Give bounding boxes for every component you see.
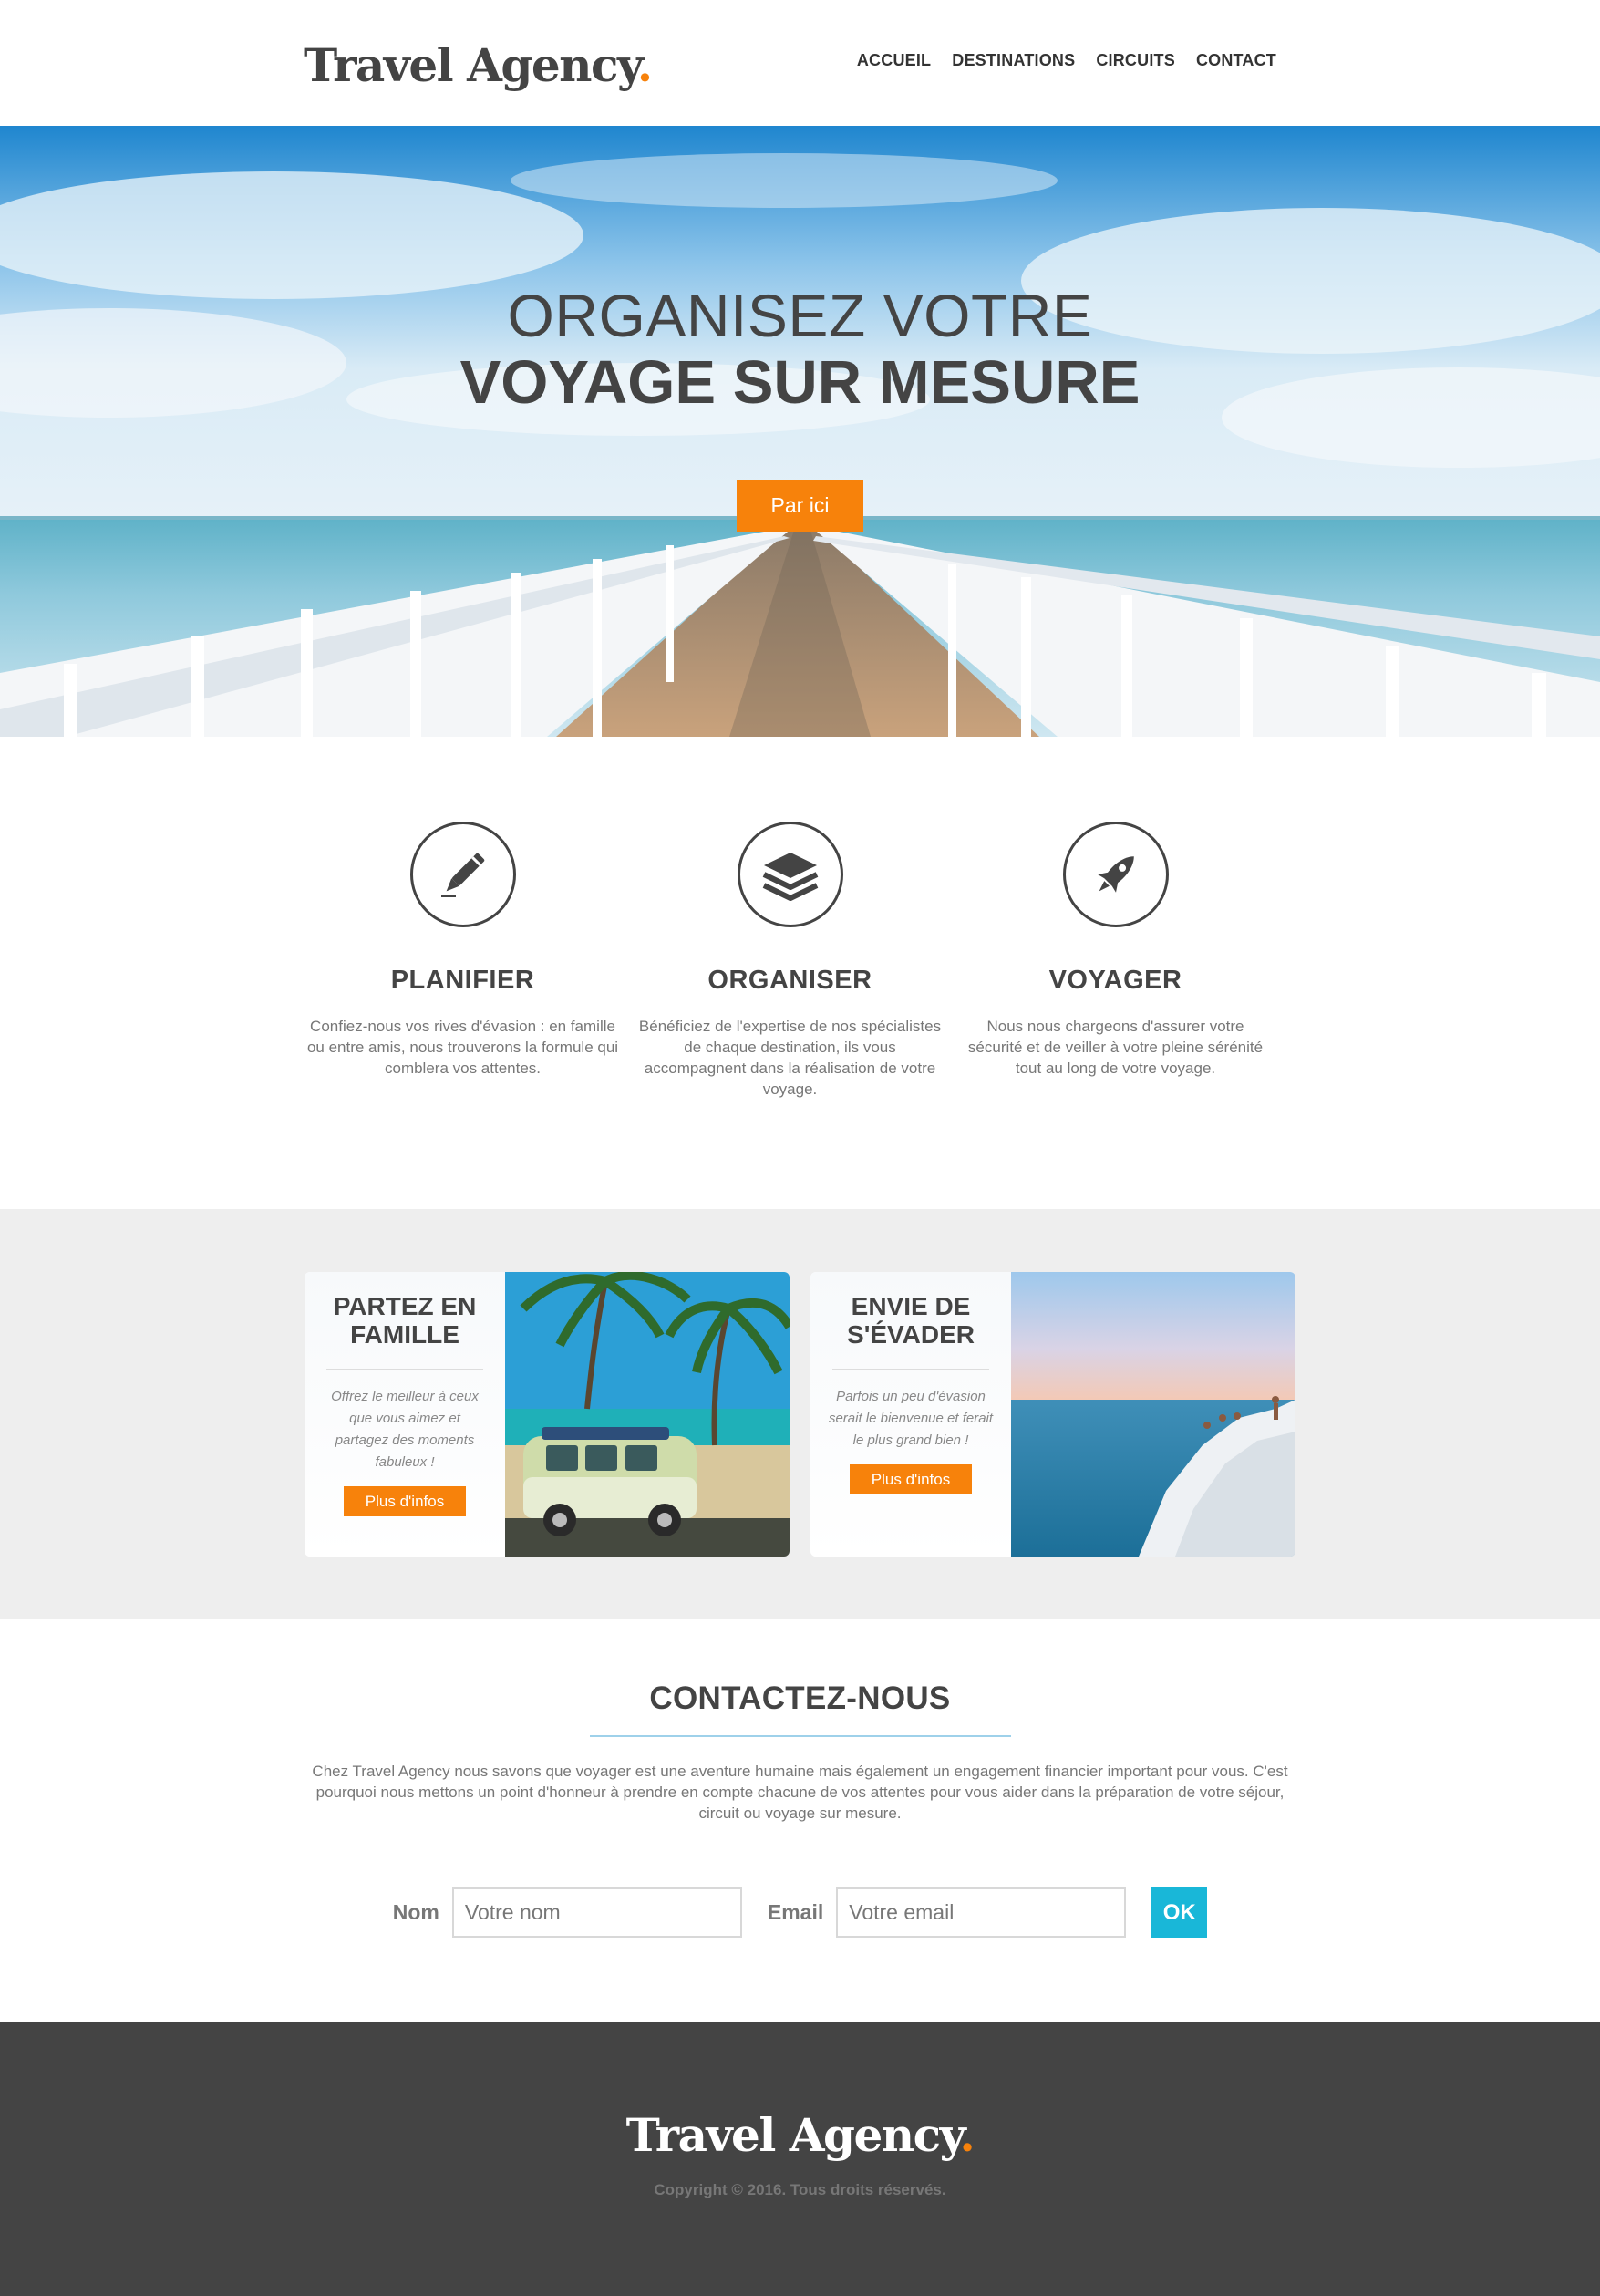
offer-more-info-button[interactable]: Plus d'infos [850,1464,972,1494]
feature-text: Nous nous chargeons d'assurer votre sécu… [967,1018,1264,1077]
email-input[interactable] [836,1887,1127,1938]
feature-text: Bénéficiez de l'expertise de nos spécial… [638,1018,942,1098]
name-input[interactable] [451,1887,742,1938]
footer-logo-text: Travel Agency [625,2108,961,2162]
copyright-text: Copyright © 2016. Tous droits réservés. [654,2181,946,2198]
feature-title: PLANIFIER [390,966,535,995]
submit-button[interactable]: OK [1151,1887,1208,1938]
offer-card-divider [832,1369,989,1370]
feature-text: Confiez-nous vos rives d'évasion : en fa… [306,1018,619,1077]
rocket-icon [1062,822,1169,927]
offer-card-description: Offrez le meilleur à ceux que vous aimez… [331,1389,479,1470]
feature-organiser: ORGANISER Bénéficiez de l'expertise de n… [633,737,947,1100]
hero-cta-button[interactable]: Par ici [737,480,863,532]
email-label: Email [767,1900,824,1924]
van-beach-photo [505,1272,790,1557]
hero-banner: ORGANISEZ VOTRE VOYAGE SUR MESURE Par ic… [0,126,1600,737]
layers-icon [737,822,843,927]
logo-text: Travel Agency [304,38,638,92]
feature-voyager: VOYAGER Nous nous chargeons d'assurer vo… [958,737,1273,1079]
offer-card-evader: ENVIE DE S'ÉVADER Parfois un peu d'évasi… [810,1272,1295,1557]
feature-title: ORGANISER [707,966,872,995]
offer-card-divider [326,1369,483,1370]
offer-card-text: ENVIE DE S'ÉVADER Parfois un peu d'évasi… [810,1272,1011,1557]
contact-section: CONTACTEZ-NOUS Chez Travel Agency nous s… [0,1619,1600,2022]
offer-more-info-button[interactable]: Plus d'infos [344,1486,466,1516]
hero-pier-photo [0,126,1600,737]
feature-planifier: PLANIFIER Confiez-nous vos rives d'évasi… [305,737,620,1079]
offer-card-text: PARTEZ EN FAMILLE Offrez le meilleur à c… [305,1272,505,1557]
contact-text: Chez Travel Agency nous savons que voyag… [312,1763,1288,1822]
contact-title-divider [589,1735,1011,1737]
footer-logo[interactable]: Travel Agency. [0,2022,1600,2163]
contact-form: Nom Email OK [0,1887,1600,1938]
nav-item-contact[interactable]: CONTACT [1196,51,1276,70]
offers-section: PARTEZ EN FAMILLE Offrez le meilleur à c… [0,1209,1600,1619]
nav-item-circuits[interactable]: CIRCUITS [1096,51,1175,70]
features-section: PLANIFIER Confiez-nous vos rives d'évasi… [0,737,1600,1209]
pencil-icon [409,822,516,927]
main-nav: ACCUEIL DESTINATIONS CIRCUITS CONTACT [857,51,1276,70]
offer-card-title: PARTEZ EN FAMILLE [333,1292,477,1349]
nav-item-accueil[interactable]: ACCUEIL [857,51,931,70]
feature-title: VOYAGER [1048,966,1182,995]
cliff-sea-photo [1011,1272,1295,1557]
hero-title: ORGANISEZ VOTRE VOYAGE SUR MESURE [0,282,1600,417]
offer-card-title: ENVIE DE S'ÉVADER [847,1292,975,1349]
site-header: Travel Agency. ACCUEIL DESTINATIONS CIRC… [0,0,1600,126]
name-label: Nom [392,1900,439,1924]
footer-logo-dot: . [959,2108,975,2162]
offer-card-famille: PARTEZ EN FAMILLE Offrez le meilleur à c… [305,1272,790,1557]
hero-title-line1: ORGANISEZ VOTRE [507,282,1093,350]
site-logo[interactable]: Travel Agency. [304,35,653,97]
offer-card-description: Parfois un peu d'évasion serait le bienv… [828,1389,994,1448]
logo-dot: . [636,38,653,92]
nav-item-destinations[interactable]: DESTINATIONS [952,51,1075,70]
hero-title-line2: VOYAGE SUR MESURE [459,348,1141,418]
contact-title: CONTACTEZ-NOUS [649,1681,951,1716]
site-footer: Travel Agency. Copyright © 2016. Tous dr… [0,2022,1600,2296]
